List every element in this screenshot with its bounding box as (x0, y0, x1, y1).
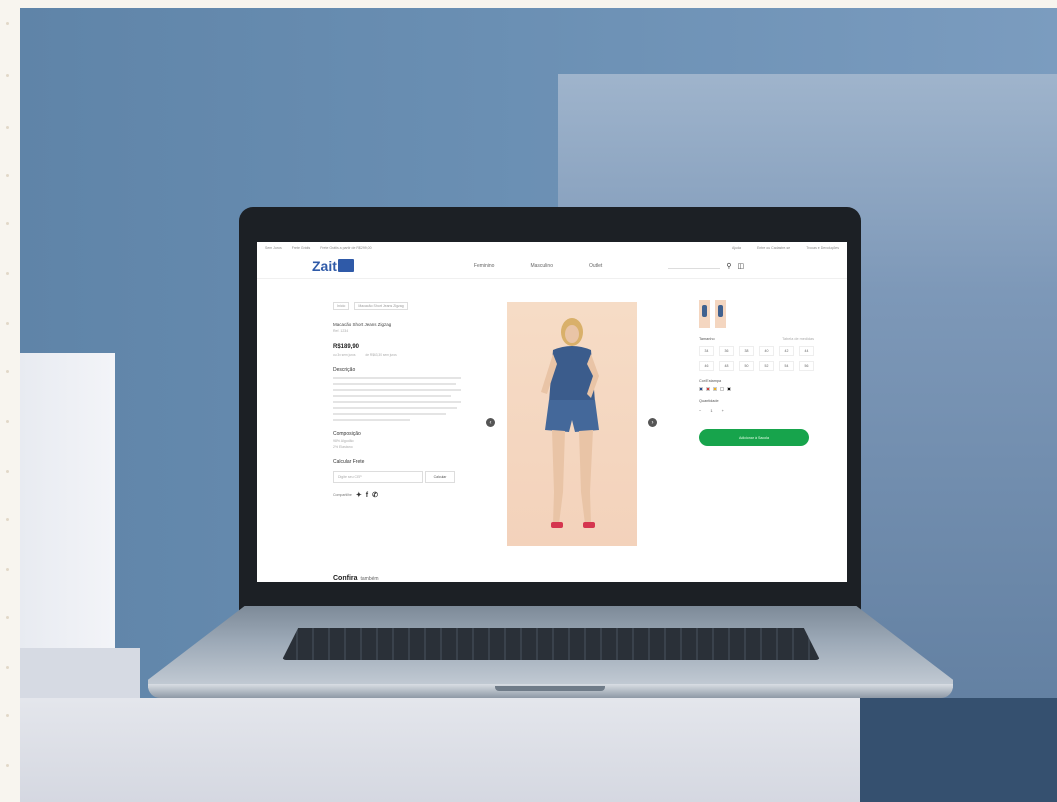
share-row: Compartilhe ✦ f ✆ (333, 491, 461, 500)
composition-title: Composição (333, 431, 361, 437)
nav-item-feminino[interactable]: Feminino (474, 263, 495, 269)
page-margin (0, 0, 20, 802)
color-swatch[interactable] (699, 387, 703, 391)
size-option[interactable]: 40 (759, 346, 774, 356)
facebook-icon[interactable]: f (366, 492, 368, 499)
cep-input[interactable]: Digite seu CEP (333, 471, 423, 483)
related-title: Confira (333, 575, 358, 582)
twitter-icon[interactable]: ✦ (356, 491, 362, 499)
nav-item-masculino[interactable]: Masculino (530, 263, 553, 269)
color-swatch[interactable] (706, 387, 710, 391)
topbar-item: Frete Grátis (291, 245, 311, 250)
topbar-item: Sem Juros (265, 245, 282, 250)
installment-line: ou 3x sem juros (333, 353, 356, 357)
quantity-minus-button[interactable]: − (699, 408, 701, 413)
size-option[interactable]: 50 (739, 361, 754, 371)
shipping-calculator: Digite seu CEP Calcular (333, 471, 461, 483)
site-header: Zait Feminino Masculino Outlet ⚲ ◫ (257, 253, 847, 279)
breadcrumb-home[interactable]: Início (333, 302, 350, 310)
login-link[interactable]: Entre ou Cadastre-se (757, 246, 790, 250)
description-text (333, 377, 461, 421)
model-figure (541, 318, 599, 528)
topbar-item: Frete Grátis a partir de R$299,00 (320, 245, 372, 250)
quantity-value[interactable]: 1 (710, 408, 712, 413)
quantity-label: Quantidade (699, 399, 719, 403)
color-swatch[interactable] (727, 387, 731, 391)
logo-text: Zait (312, 257, 337, 274)
size-option[interactable]: 52 (759, 361, 774, 371)
share-label: Compartilhe (333, 493, 352, 497)
purchase-panel: Tamanho Tabela de medidas 34 36 38 40 42… (699, 300, 814, 446)
add-to-bag-button[interactable]: Adicionar à Sacola (699, 429, 809, 446)
size-label: Tamanho (699, 337, 715, 341)
thumbnail[interactable] (699, 300, 710, 328)
installments: ou 3x sem juros de R$63,30 sem juros (333, 353, 461, 357)
search-input[interactable] (668, 262, 721, 269)
laptop-screen: Sem Juros Frete Grátis Frete Grátis a pa… (257, 242, 847, 582)
product-ref: Ref. 1234 (333, 329, 349, 333)
nav-item-outlet[interactable]: Outlet (589, 263, 602, 269)
thumbnail-list (699, 300, 814, 328)
description-title: Descrição (333, 367, 356, 373)
size-option[interactable]: 42 (779, 346, 794, 356)
size-option[interactable]: 56 (799, 361, 814, 371)
size-option[interactable]: 46 (699, 361, 714, 371)
floor (20, 698, 880, 802)
size-option[interactable]: 36 (719, 346, 734, 356)
composition-item: 98% Algodão (333, 439, 354, 443)
quantity-stepper: − 1 + (699, 408, 814, 413)
size-option[interactable]: 48 (719, 361, 734, 371)
size-guide-link[interactable]: Tabela de medidas (782, 337, 814, 341)
color-swatches (699, 387, 814, 391)
laptop-notch (495, 686, 605, 691)
calculate-button[interactable]: Calcular (425, 471, 455, 483)
breadcrumb-current: Macacão Short Jeans Zigzag (354, 302, 408, 310)
photo-scene: Sem Juros Frete Grátis Frete Grátis a pa… (20, 8, 1057, 802)
floor-shadow (860, 698, 1057, 802)
main-nav: Feminino Masculino Outlet (474, 263, 638, 269)
size-option[interactable]: 54 (779, 361, 794, 371)
help-link[interactable]: Ajuda (732, 246, 741, 250)
composition-item: 2% Elastano (333, 445, 353, 449)
size-header: Tamanho Tabela de medidas (699, 337, 814, 341)
quantity-plus-button[interactable]: + (722, 408, 724, 413)
size-option[interactable]: 38 (739, 346, 754, 356)
product-price: R$189,90 (333, 344, 360, 350)
product-info: Início Macacão Short Jeans Zigzag Macacã… (333, 302, 461, 499)
color-label: Cor/Estampa (699, 379, 722, 383)
installment-line: de R$63,30 sem juros (365, 353, 397, 357)
related-section-title: Confira também (333, 575, 379, 582)
size-option[interactable]: 44 (799, 346, 814, 356)
whatsapp-icon[interactable]: ✆ (372, 491, 378, 499)
returns-link[interactable]: Trocas e Devoluções (806, 246, 839, 250)
top-bar: Sem Juros Frete Grátis Frete Grátis a pa… (257, 242, 847, 253)
search-icon[interactable]: ⚲ (726, 262, 731, 270)
next-image-arrow[interactable]: › (648, 418, 657, 427)
product-photo[interactable] (507, 302, 637, 546)
color-swatch[interactable] (713, 387, 717, 391)
related-subtitle: também (360, 576, 379, 582)
logo-badge (337, 259, 354, 272)
prev-image-arrow[interactable]: ‹ (486, 418, 495, 427)
logo[interactable]: Zait (312, 258, 354, 274)
shipping-title: Calcular Frete (333, 459, 365, 465)
size-options: 34 36 38 40 42 44 46 48 50 52 54 56 (699, 346, 814, 371)
breadcrumb: Início Macacão Short Jeans Zigzag (333, 302, 461, 310)
size-option[interactable]: 34 (699, 346, 714, 356)
color-swatch[interactable] (720, 387, 724, 391)
thumbnail[interactable] (715, 300, 726, 328)
product-title: Macacão Short Jeans Zigzag (333, 322, 392, 327)
bag-icon[interactable]: ◫ (737, 262, 744, 270)
laptop-keyboard (282, 628, 820, 660)
